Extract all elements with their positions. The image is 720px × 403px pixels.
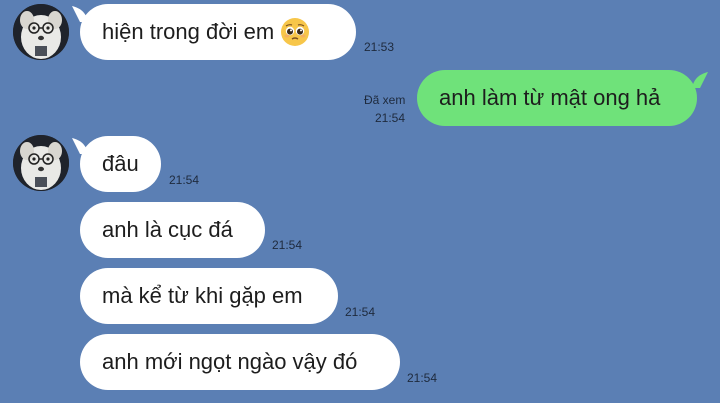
message-bubble[interactable]: anh là cục đá: [80, 202, 265, 258]
message-bubble[interactable]: mà kể từ khi gặp em: [80, 268, 338, 324]
message-text: anh mới ngọt ngào vậy đó: [102, 349, 358, 374]
dog-avatar-icon: [13, 135, 69, 191]
message-text: anh làm từ mật ong hả: [439, 85, 661, 110]
message-time: 21:54: [169, 173, 200, 187]
dog-avatar-icon: [13, 4, 69, 60]
message-bubble[interactable]: hiện trong đời em: [80, 4, 356, 60]
message-text: mà kể từ khi gặp em: [102, 283, 303, 308]
message-text: anh là cục đá: [102, 217, 233, 242]
read-status: Đã xem: [364, 93, 406, 107]
message-text: hiện trong đời em: [102, 19, 275, 44]
bubble-tail: [692, 72, 708, 88]
message-text: đâu: [102, 151, 139, 176]
message-bubble[interactable]: anh làm từ mật ong hả: [417, 70, 697, 126]
message-time: 21:54: [407, 371, 438, 385]
message-bubble[interactable]: đâu: [80, 136, 161, 192]
pleading-face-icon: [280, 17, 310, 47]
contact-avatar[interactable]: [13, 135, 69, 191]
message-time: 21:54: [375, 111, 406, 125]
message-time: 21:54: [345, 305, 376, 319]
message-time: 21:53: [364, 40, 395, 54]
contact-avatar[interactable]: [13, 4, 69, 60]
message-time: 21:54: [272, 238, 303, 252]
message-bubble[interactable]: anh mới ngọt ngào vậy đó: [80, 334, 400, 390]
